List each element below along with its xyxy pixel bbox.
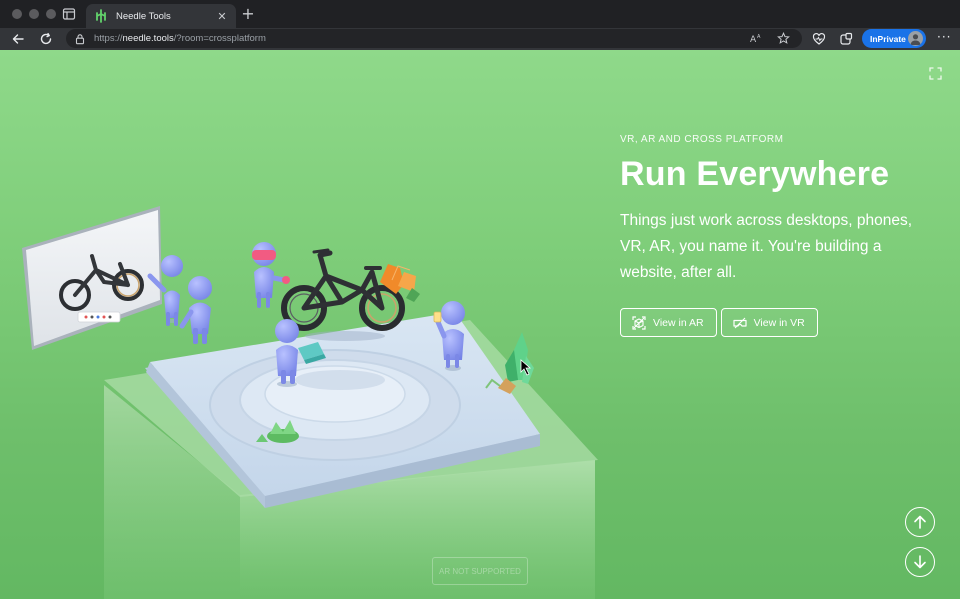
previous-section-button[interactable] <box>905 507 935 537</box>
hero-buttons: View in AR View in VR <box>620 308 950 337</box>
profile-avatar <box>908 31 923 46</box>
hero-eyebrow: VR, AR AND CROSS PLATFORM <box>620 134 784 145</box>
svg-text:A: A <box>750 35 757 45</box>
view-in-vr-label: View in VR <box>753 316 805 329</box>
url-path: /?room=crossplatform <box>173 33 266 44</box>
lock-icon[interactable] <box>74 33 86 45</box>
tab-close-icon[interactable]: ✕ <box>216 10 228 23</box>
url-host: needle.tools <box>122 33 174 44</box>
arrow-down-icon <box>914 555 926 569</box>
view-in-ar-label: View in AR <box>653 316 704 329</box>
view-in-vr-button[interactable]: View in VR <box>720 308 818 337</box>
close-window-button[interactable] <box>12 9 22 19</box>
hero-headline: Run Everywhere <box>620 155 890 193</box>
tab-title: Needle Tools <box>116 10 171 22</box>
inprivate-button[interactable]: InPrivate <box>862 29 926 48</box>
arrow-up-icon <box>914 515 926 529</box>
url-scheme: https:// <box>94 33 123 44</box>
more-menu-icon[interactable]: ··· <box>937 30 951 44</box>
browser-toolbar: https://needle.tools/?room=crossplatform… <box>0 28 960 50</box>
tab-needle-tools[interactable]: Needle Tools ✕ <box>86 4 236 28</box>
tab-actions-icon[interactable] <box>62 7 76 21</box>
fullscreen-icon[interactable] <box>929 67 942 80</box>
hero-lead-text: Things just work across desktops, phones… <box>620 212 913 281</box>
ar-icon <box>632 315 646 330</box>
vr-headset-icon <box>732 317 747 328</box>
minimize-window-button[interactable] <box>29 9 39 19</box>
read-aloud-icon[interactable]: A A <box>750 32 763 45</box>
3d-scene-canvas[interactable] <box>0 50 620 599</box>
svg-text:A: A <box>757 34 761 40</box>
next-section-button[interactable] <box>905 547 935 577</box>
profile-person-icon <box>910 34 921 45</box>
view-in-ar-button[interactable]: View in AR <box>620 308 717 337</box>
refresh-icon[interactable] <box>39 32 53 46</box>
back-icon[interactable] <box>11 32 25 46</box>
ar-not-supported-button[interactable]: AR NOT SUPPORTED <box>432 557 528 585</box>
product-display-screen <box>22 206 162 350</box>
favorite-star-icon[interactable] <box>777 32 790 45</box>
avatar-figure-left-2 <box>179 276 212 344</box>
new-tab-icon[interactable]: + <box>240 6 256 22</box>
needle-logo-icon <box>96 9 106 23</box>
bike-model <box>281 248 405 341</box>
window-controls <box>12 9 56 19</box>
zoom-window-button[interactable] <box>46 9 56 19</box>
extensions-icon[interactable] <box>839 32 853 46</box>
address-bar[interactable]: https://needle.tools/?room=crossplatform… <box>66 29 802 48</box>
page-viewport: VR, AR AND CROSS PLATFORM Run Everywhere… <box>0 50 960 599</box>
address-bar-actions: A A <box>750 32 790 45</box>
url-text: https://needle.tools/?room=crossplatform <box>94 33 266 44</box>
hero-section: VR, AR AND CROSS PLATFORM Run Everywhere… <box>620 134 950 337</box>
tab-strip: Needle Tools ✕ + <box>0 0 960 28</box>
browser-essentials-heart-icon[interactable] <box>812 32 826 46</box>
inprivate-label: InPrivate <box>870 33 906 44</box>
